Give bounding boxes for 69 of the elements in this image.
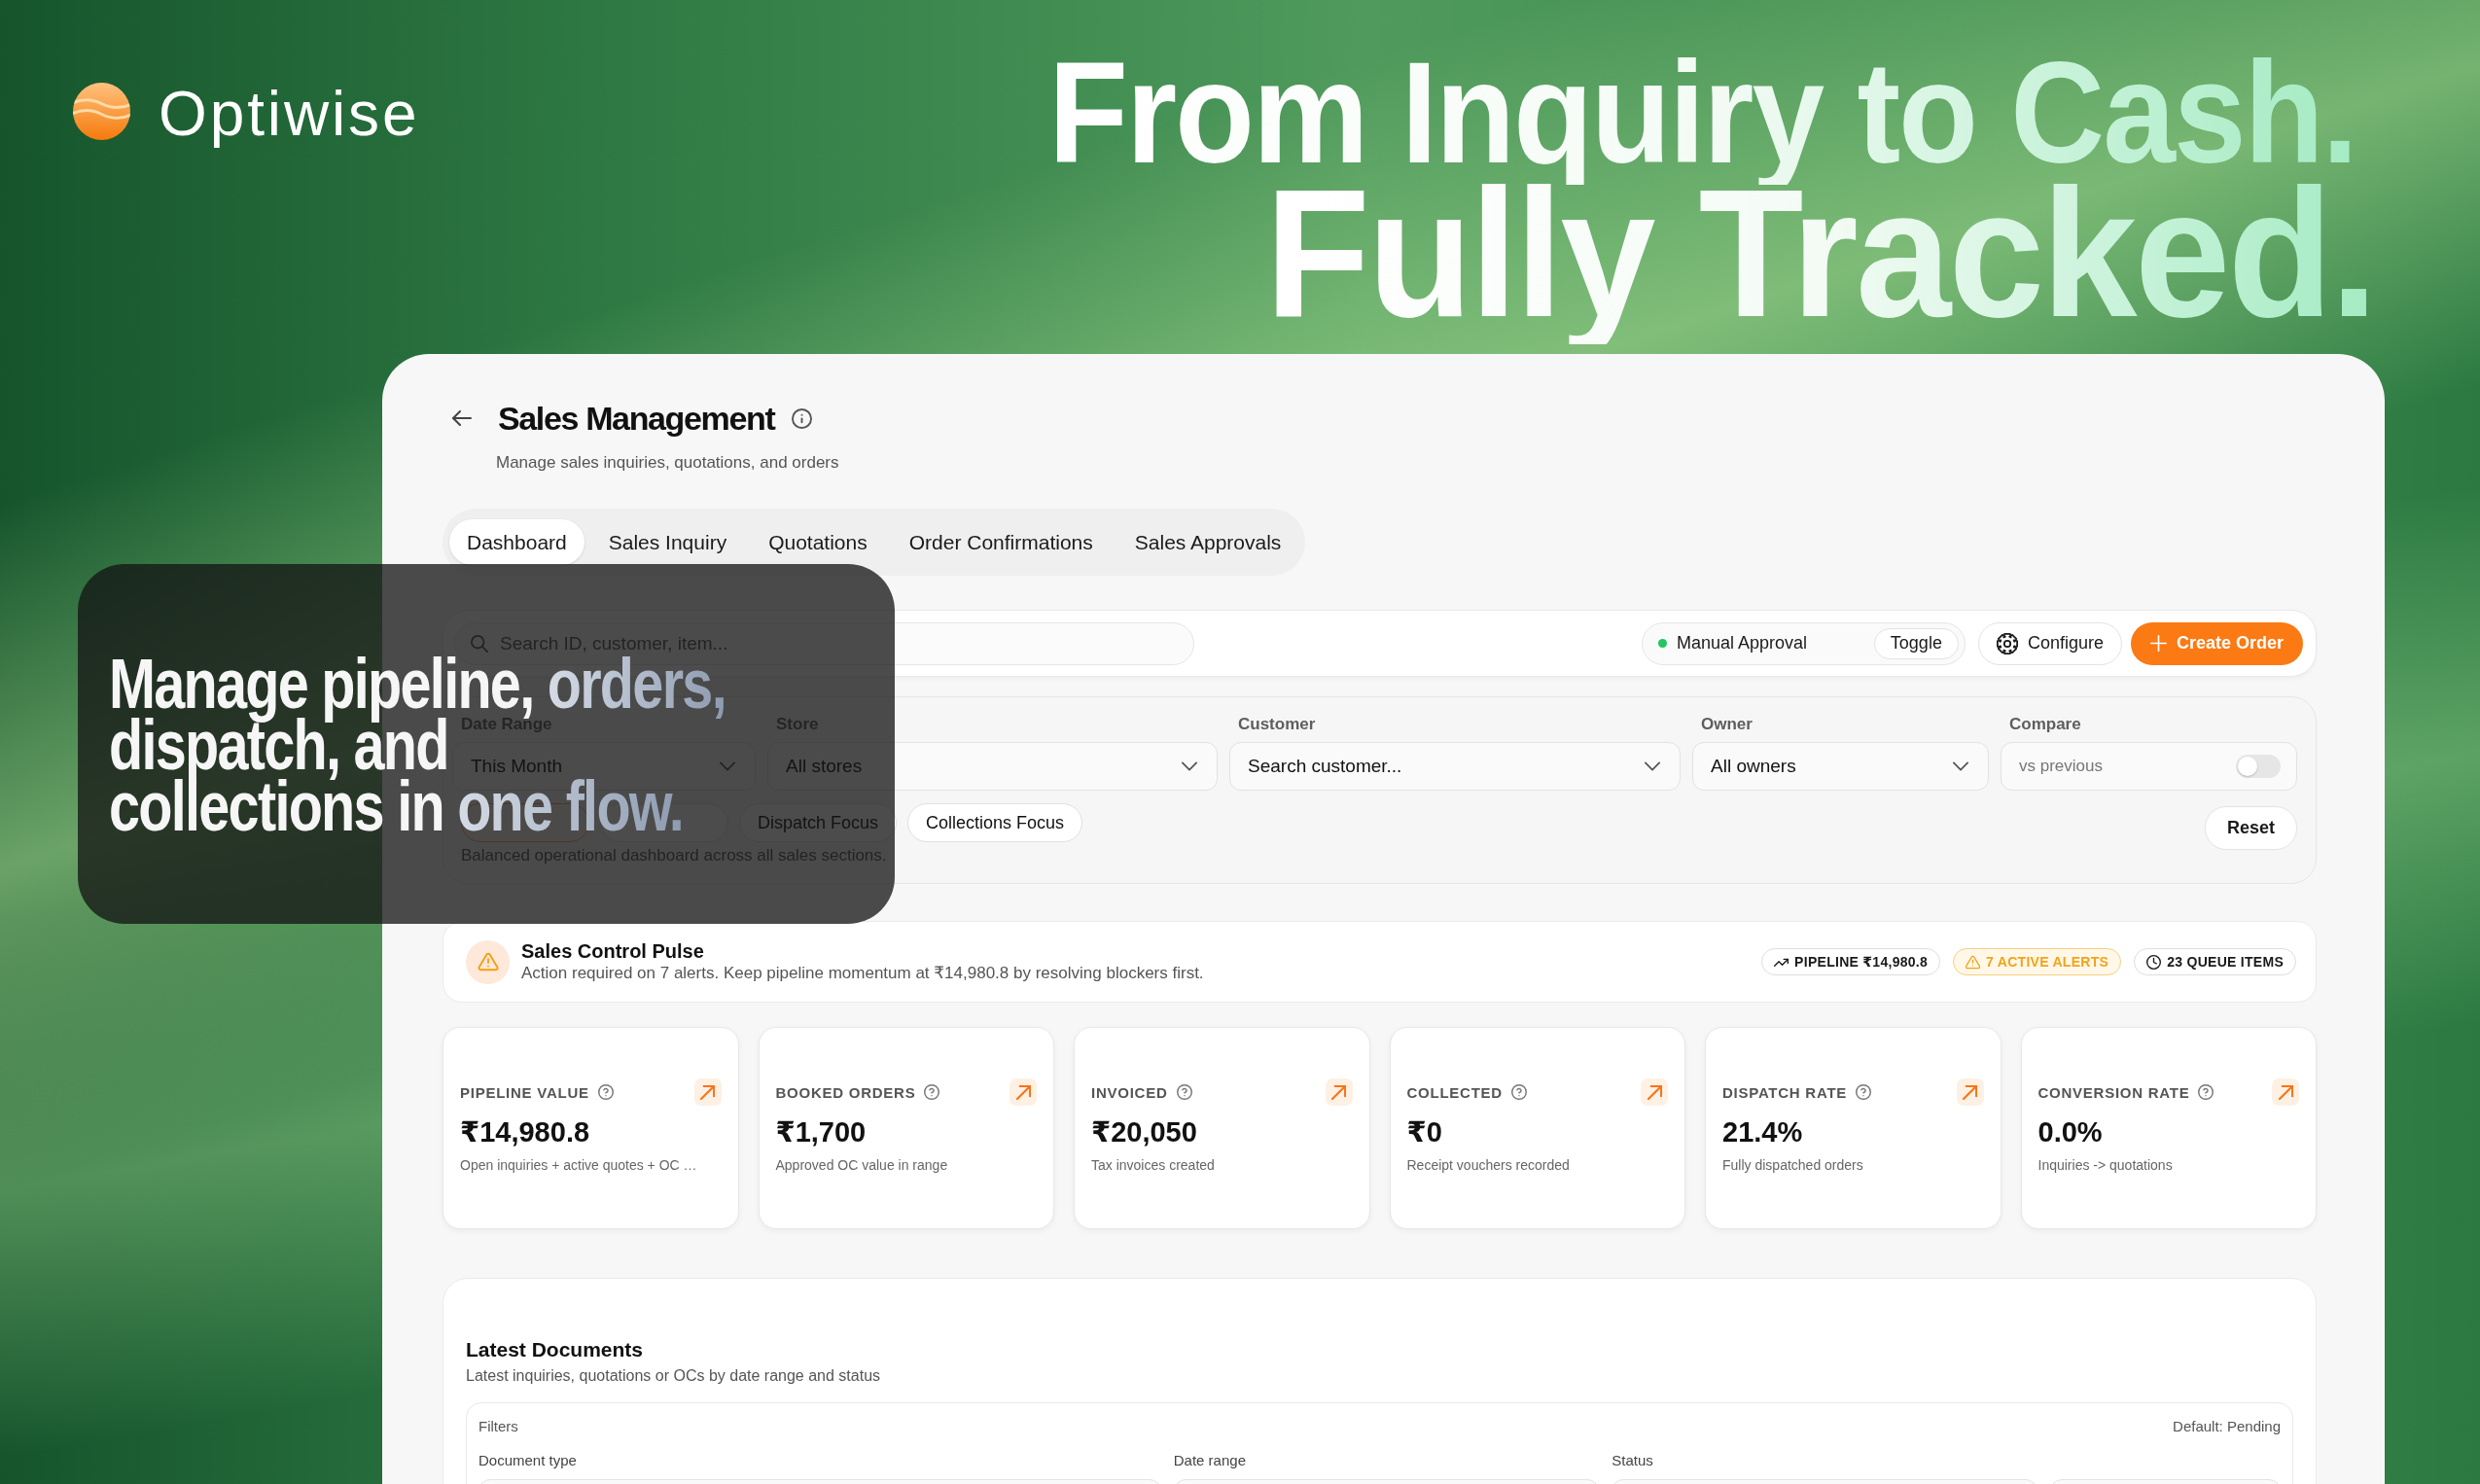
arrow-up-right-icon[interactable]: [1641, 1078, 1668, 1106]
section-title: Latest Documents: [466, 1337, 645, 1362]
alert-message: Action required on 7 alerts. Keep pipeline momentum at ₹14,980.8 by resolving blockers first.: [521, 963, 1204, 984]
kpi-value: 21.4%: [1722, 1115, 1804, 1148]
approval-label: Manual Approval: [1676, 633, 1807, 654]
default-note: Default: Pending: [2173, 1417, 2281, 1436]
kpi-label: BOOKED ORDERS: [775, 1083, 916, 1101]
arrow-up-right-icon[interactable]: [1325, 1078, 1353, 1106]
logo-icon: [73, 83, 130, 140]
tab[interactable]: Quotations: [751, 519, 885, 565]
help-icon: [1510, 1084, 1527, 1100]
field-label: Document type: [478, 1451, 577, 1470]
kpi-label: INVOICED: [1091, 1083, 1168, 1101]
arrow-up-right-icon[interactable]: [1956, 1078, 1984, 1106]
kpi-value: ₹14,980.8: [460, 1115, 591, 1148]
kpi-label: COLLECTED: [1406, 1083, 1503, 1101]
help-icon: [1856, 1084, 1872, 1100]
help-icon: [597, 1084, 614, 1100]
select-field[interactable]: Search customer...: [1229, 742, 1681, 791]
preset-chip[interactable]: Collections Focus: [907, 803, 1083, 842]
page-subtitle: Manage sales inquiries, quotations, and orders: [496, 452, 840, 474]
kpi-value: 0.0%: [2037, 1115, 2104, 1148]
tab[interactable]: Dashboard: [449, 519, 585, 565]
kpi-label: CONVERSION RATE: [2037, 1083, 2190, 1101]
tab[interactable]: Sales Inquiry: [590, 519, 745, 565]
field-label: Owner: [1701, 715, 1753, 734]
kpi-value: ₹0: [1406, 1115, 1443, 1148]
help-icon: [1176, 1084, 1192, 1100]
tab[interactable]: Order Confirmations: [891, 519, 1111, 565]
badge-text: PIPELINE ₹14,980.8: [1794, 954, 1929, 970]
clock-icon: [2146, 954, 2162, 970]
configure-button[interactable]: Configure: [1977, 621, 2122, 665]
badge-text: 23 QUEUE ITEMS: [2167, 954, 2284, 970]
kpi-value: ₹1,700: [775, 1115, 868, 1148]
kpi-label: PIPELINE VALUE: [460, 1083, 589, 1101]
kpi-note: Receipt vouchers recorded: [1406, 1156, 1571, 1175]
field-label: Date range: [1173, 1451, 1246, 1470]
arrow-up-right-icon[interactable]: [1010, 1078, 1037, 1106]
plus-icon: [2149, 635, 2167, 652]
help-icon: [924, 1084, 940, 1100]
kpi-note: Tax invoices created: [1091, 1156, 1216, 1175]
kpi-label: DISPATCH RATE: [1722, 1083, 1848, 1101]
alert-title: Sales Control Pulse: [521, 939, 705, 963]
page-title: Sales Management: [498, 399, 775, 438]
field-label: Compare: [2009, 715, 2081, 734]
reset-button[interactable]: Reset: [2204, 806, 2297, 850]
select-field[interactable]: All owners: [1692, 742, 1989, 791]
arrow-up-right-icon[interactable]: [2272, 1078, 2299, 1106]
kpi-note: Approved OC value in range: [775, 1156, 949, 1175]
kpi-note: Inquiries -> quotations: [2037, 1156, 2174, 1175]
info-icon[interactable]: [792, 407, 813, 429]
warning-icon: [466, 939, 510, 984]
kpi-note: Open inquiries + active quotes + OC …: [460, 1156, 698, 1175]
help-icon: [2198, 1084, 2214, 1100]
filters-label: Filters: [478, 1417, 518, 1436]
back-arrow-icon[interactable]: [452, 408, 472, 428]
compare-field: vs previous: [2001, 742, 2297, 791]
arrow-up-right-icon[interactable]: [693, 1078, 722, 1106]
tab[interactable]: Sales Approvals: [1116, 519, 1299, 565]
kpi-note: Fully dispatched orders: [1722, 1156, 1864, 1175]
warning-icon: [1966, 954, 1981, 970]
section-subtitle: Latest inquiries, quotations or OCs by date range and status: [466, 1366, 882, 1386]
field-label: Status: [1612, 1451, 1653, 1470]
toggle-switch[interactable]: [2236, 755, 2281, 778]
gear-icon: [1996, 632, 2018, 654]
kpi-value: ₹20,050: [1091, 1115, 1198, 1148]
badge-text: 7 ACTIVE ALERTS: [1986, 954, 2109, 970]
toggle-button[interactable]: Toggle: [1873, 627, 1959, 659]
field-label: Customer: [1238, 715, 1316, 734]
